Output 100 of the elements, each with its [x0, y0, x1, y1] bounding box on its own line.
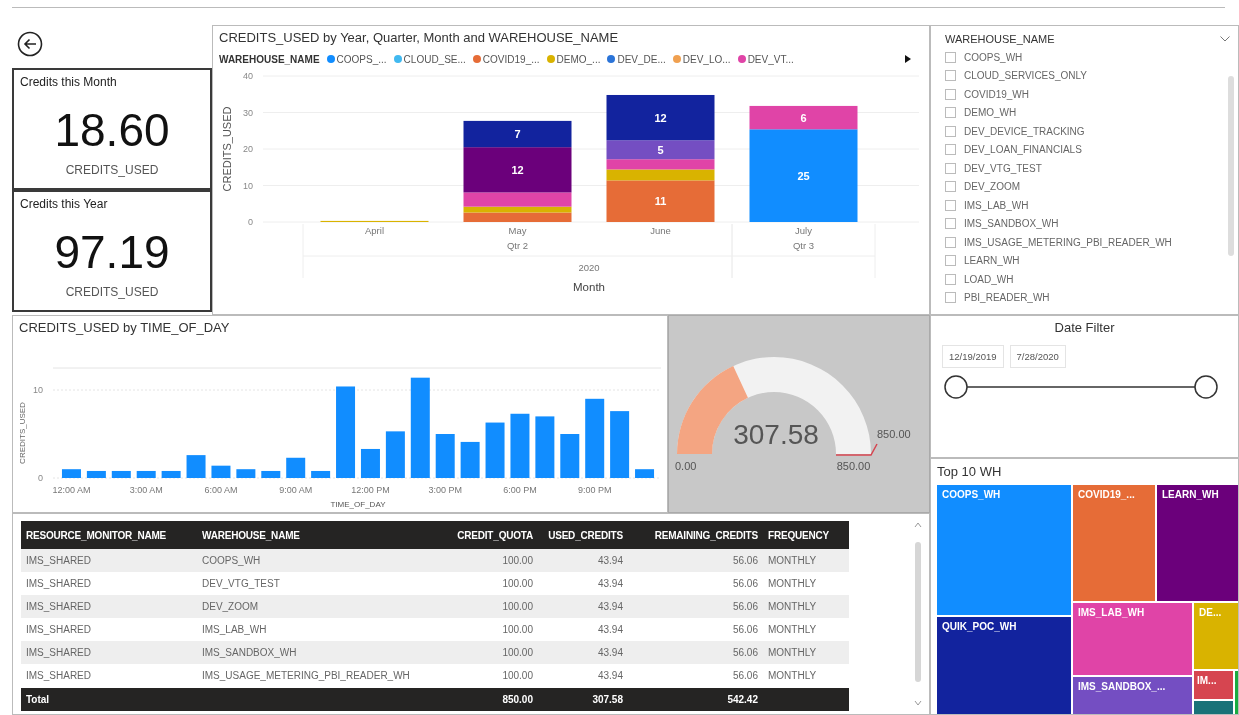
- column-header[interactable]: REMAINING_CREDITS: [628, 529, 763, 541]
- axis-tick-label: 0: [38, 473, 43, 483]
- total-cell-text: 307.58: [591, 694, 624, 705]
- bar: [161, 470, 181, 478]
- column-header[interactable]: WAREHOUSE_NAME: [197, 529, 438, 541]
- treemap-tile[interactable]: IMS_SANDBOX_...: [1073, 677, 1192, 714]
- table-cell-text: COOPS_WH: [201, 555, 262, 566]
- scroll-down-icon[interactable]: [914, 700, 922, 706]
- axis-tick-label: 10: [243, 180, 253, 191]
- checkbox[interactable]: [945, 273, 956, 285]
- bar: [385, 431, 405, 478]
- table-cell-text: 56.06: [731, 578, 759, 589]
- slicer-item[interactable]: CLOUD_SERVICES_ONLY: [964, 70, 1087, 82]
- column-header[interactable]: RESOURCE_MONITOR_NAME: [21, 529, 197, 541]
- legend-label: DEV_VT...: [747, 53, 794, 65]
- card-title: Credits this Month: [19, 74, 118, 89]
- checkbox[interactable]: [945, 51, 956, 63]
- treemap-tile[interactable]: LEARN_WH: [1157, 485, 1238, 601]
- table-cell-text: 43.94: [596, 647, 624, 658]
- checkbox[interactable]: [945, 236, 956, 248]
- slicer-item[interactable]: IMS_USAGE_METERING_PBI_READER_WH: [964, 236, 1172, 248]
- axis-tick-label: April: [365, 225, 384, 236]
- table-cell-text: 100.00: [501, 647, 534, 658]
- kpi-value: 97.19: [54, 225, 170, 279]
- axis-group-label: 2020: [578, 262, 600, 273]
- table-cell-text: DEV_VTG_TEST: [201, 578, 281, 589]
- slicer-item[interactable]: DEV_VTG_TEST: [964, 162, 1042, 174]
- bar: [136, 470, 156, 478]
- bar: [360, 448, 380, 478]
- slicer-item[interactable]: COOPS_WH: [964, 51, 1023, 63]
- slicer-item[interactable]: IMS_LAB_WH: [964, 199, 1029, 211]
- scrollbar[interactable]: [1228, 76, 1234, 256]
- scroll-up-icon[interactable]: [914, 522, 922, 528]
- back-button[interactable]: [17, 31, 43, 57]
- axis-tick-label: July: [795, 225, 812, 236]
- slicer-item[interactable]: DEV_ZOOM: [964, 181, 1021, 193]
- axis-tick-label: 12:00 AM: [52, 485, 91, 495]
- chart-title: CREDITS_USED by TIME_OF_DAY: [19, 320, 230, 335]
- total-cell-text: 542.42: [726, 694, 759, 705]
- slicer-item[interactable]: DEV_LOAN_FINANCIALS: [964, 144, 1082, 156]
- table-cell-text: IMS_SHARED: [25, 555, 92, 566]
- data-label: 11: [654, 195, 667, 208]
- chevron-down-icon[interactable]: [1220, 36, 1230, 42]
- checkbox[interactable]: [945, 144, 956, 156]
- treemap-tile[interactable]: IMS_LAB_WH: [1073, 603, 1192, 675]
- checkbox[interactable]: [945, 70, 956, 82]
- gauge-min-label: 0.00: [675, 460, 697, 472]
- slicer-item[interactable]: IMS_SANDBOX_WH: [964, 218, 1059, 230]
- slicer-item[interactable]: PBI_READER_WH: [964, 292, 1050, 304]
- table-cell-text: MONTHLY: [767, 670, 818, 681]
- column-header[interactable]: USED_CREDITS: [538, 529, 628, 541]
- bar: [261, 470, 281, 478]
- slicer-item[interactable]: LEARN_WH: [964, 255, 1020, 267]
- table-cell-text: MONTHLY: [767, 578, 818, 589]
- triangle-icon[interactable]: [905, 55, 911, 63]
- bar: [460, 441, 480, 478]
- checkbox[interactable]: [945, 88, 956, 100]
- treemap-tile[interactable]: QUIK_POC_WH: [937, 617, 1071, 714]
- slicer-item[interactable]: DEV_DEVICE_TRACKING: [964, 125, 1085, 137]
- start-date-field[interactable]: 12/19/2019: [942, 345, 1004, 368]
- legend-label: DEMO_...: [556, 53, 601, 65]
- checkbox[interactable]: [945, 199, 956, 211]
- gauge-value: 307.58: [733, 419, 819, 450]
- slicer-item[interactable]: DEMO_WH: [964, 107, 1017, 119]
- slider-handle[interactable]: [944, 375, 968, 399]
- checkbox[interactable]: [945, 162, 956, 174]
- checkbox[interactable]: [945, 218, 956, 230]
- table-cell-text: MONTHLY: [767, 601, 818, 612]
- table-cell-text: 56.06: [731, 555, 759, 566]
- treemap-tile[interactable]: COOPS_WH: [937, 485, 1071, 615]
- filter-title: Date Filter: [1054, 320, 1115, 335]
- axis-tick-label: 12:00 PM: [351, 485, 390, 495]
- column-header[interactable]: CREDIT_QUOTA: [438, 529, 538, 541]
- scrollbar[interactable]: [915, 542, 921, 682]
- axis-title: CREDITS_USED: [221, 106, 233, 192]
- end-date-field[interactable]: 7/28/2020: [1009, 345, 1066, 368]
- data-label: 7: [514, 128, 521, 141]
- total-cell-text: 850.00: [501, 694, 534, 705]
- checkbox[interactable]: [945, 181, 956, 193]
- treemap-tile[interactable]: IM...: [1194, 671, 1233, 699]
- slicer-item[interactable]: COVID19_WH: [964, 88, 1029, 100]
- table-cell-text: 100.00: [501, 670, 534, 681]
- bar: [111, 470, 131, 478]
- kpi-value: 18.60: [54, 103, 170, 157]
- checkbox[interactable]: [945, 107, 956, 119]
- legend-label: CLOUD_SE...: [403, 53, 466, 65]
- treemap-tile[interactable]: COVID19_...: [1073, 485, 1155, 601]
- table-cell-text: 43.94: [596, 555, 624, 566]
- treemap-tile[interactable]: [1194, 701, 1233, 714]
- data-label: 6: [800, 111, 807, 124]
- slicer-item[interactable]: LOAD_WH: [964, 273, 1014, 285]
- slider-handle[interactable]: [1194, 375, 1218, 399]
- checkbox[interactable]: [945, 292, 956, 304]
- table-cell-text: MONTHLY: [767, 555, 818, 566]
- bar: [61, 469, 81, 478]
- table-cell-text: 100.00: [501, 578, 534, 589]
- column-header[interactable]: FREQUENCY: [763, 529, 849, 541]
- bar: [435, 434, 455, 478]
- checkbox[interactable]: [945, 255, 956, 267]
- checkbox[interactable]: [945, 125, 956, 137]
